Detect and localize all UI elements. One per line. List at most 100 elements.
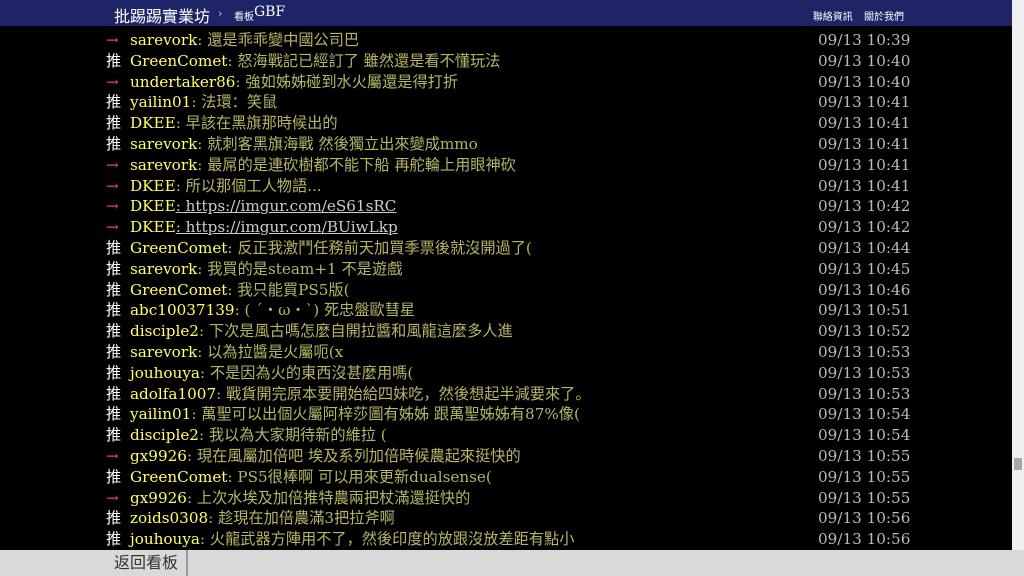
comment-text: : 趁現在加倍農滿3把拉斧啊: [208, 509, 395, 528]
comment-user: jouhouya: [130, 363, 200, 382]
breadcrumb-separator: ›: [218, 7, 223, 20]
comment-user: yailin01: [130, 405, 192, 424]
comment-row: → undertaker86: 強如姊姊碰到水火屬還是得打折 09/13 10:40: [106, 72, 926, 93]
comment-user: disciple2: [130, 426, 199, 445]
comment-time: 09/13 10:44: [818, 239, 911, 257]
comment-time: 09/13 10:56: [818, 509, 911, 528]
comment-text: : 火龍武器方陣用不了，然後印度的放跟沒放差距有點小: [199, 530, 575, 549]
push-tag: 推: [106, 426, 122, 445]
push-tag: 推: [106, 280, 122, 299]
comment-time: 09/13 10:42: [818, 197, 911, 216]
comment-row: 推 jouhouya: 火龍武器方陣用不了，然後印度的放跟沒放差距有點小 09/13…: [106, 529, 926, 550]
comment-row: 推 sarevork: 以為拉醬是火屬呃(x 09/13 10:53: [106, 342, 926, 363]
comment-user: gx9926: [130, 488, 187, 507]
comment-user: DKEE: [130, 197, 176, 216]
push-tag: 推: [106, 509, 122, 528]
push-tag: 推: [106, 467, 122, 486]
comment-user: sarevork: [130, 343, 198, 361]
arrow-tag: →: [106, 447, 119, 465]
push-tag: 推: [106, 322, 122, 341]
comment-text: : 現在風屬加倍吧 埃及系列加倍時候農起來挺快的: [186, 447, 521, 465]
comment-time: 09/13 10:41: [818, 135, 911, 153]
comment-row: 推 adolfa1007: 戰貨開完原本要開始給四妹吃，然後想起半減要來了。 09/…: [106, 384, 926, 405]
comment-row: 推 sarevork: 我買的是steam+1 不是遊戲 09/13 10:45: [106, 259, 926, 280]
comment-row: 推 GreenComet: 反正我激鬥任務前天加買季票後就沒開過了( 09/13 1…: [106, 238, 926, 259]
comment-time: 09/13 10:52: [818, 322, 911, 341]
comment-user: abc10037139: [130, 301, 235, 320]
comment-user: gx9926: [130, 447, 187, 465]
comment-user: DKEE: [130, 218, 176, 237]
comment-text: : 我買的是steam+1 不是遊戲: [197, 259, 403, 278]
back-to-board-button[interactable]: 返回看板: [106, 550, 189, 576]
comment-row: → sarevork: 還是乖乖變中國公司巴 09/13 10:39: [106, 30, 926, 51]
push-tag: 推: [106, 405, 122, 424]
arrow-tag: →: [106, 72, 119, 91]
arrow-tag: →: [106, 197, 119, 216]
push-tag: 推: [106, 51, 122, 70]
comment-time: 09/13 10:41: [818, 176, 911, 195]
comment-row: → DKEE: https://imgur.com/eS61sRC 09/13 10…: [106, 196, 926, 217]
comment-row: → DKEE: 所以那個工人物語... 09/13 10:41: [106, 176, 926, 197]
comment-row: 推 sarevork: 就刺客黑旗海戰 然後獨立出來變成mmo 09/13 10:4…: [106, 134, 926, 155]
comment-row: → DKEE: https://imgur.com/BUiwLkp 09/13 10…: [106, 217, 926, 238]
comment-user: GreenComet: [130, 280, 228, 299]
bottom-bar: 返回看板: [0, 550, 1024, 576]
comment-text: : 以為拉醬是火屬呃(x: [197, 343, 344, 361]
arrow-tag: →: [106, 155, 119, 174]
arrow-tag: →: [106, 488, 119, 507]
comment-row: 推 zoids0308: 趁現在加倍農滿3把拉斧啊 09/13 10:56: [106, 508, 926, 529]
comment-user: undertaker86: [130, 72, 236, 91]
comment-time: 09/13 10:53: [818, 363, 911, 382]
comment-text: : 萬聖可以出個火屬阿梓莎圖有姊姊 跟萬聖姊姊有87%像(: [191, 405, 580, 424]
comment-text: : 強如姊姊碰到水火屬還是得打折: [235, 72, 459, 91]
comment-row: 推 disciple2: 我以為大家期待新的維拉 (09/13 10:54: [106, 425, 926, 446]
push-tag: 推: [106, 114, 122, 133]
arrow-tag: →: [106, 31, 119, 49]
comment-user: yailin01: [130, 93, 192, 112]
comment-user: jouhouya: [130, 530, 200, 549]
comment-text: : 上次水埃及加倍推特農兩把杖滿還挺快的: [186, 488, 471, 507]
comment-row: 推 abc10037139: ( ´・ω・`) 死忠盤歐彗星 09/13 10:51: [106, 300, 926, 321]
comment-text: : 法環：笑鼠: [191, 93, 278, 112]
comment-row: 推 disciple2: 下次是風古嗎怎麼自開拉醬和風龍這麼多人進 09/13 10…: [106, 321, 926, 342]
push-tag: 推: [106, 301, 122, 320]
comment-time: 09/13 10:41: [818, 155, 911, 174]
board-label: 看板: [234, 12, 254, 23]
push-tag: 推: [106, 384, 122, 403]
comment-text: : 不是因為火的東西沒甚麼用嗎(: [199, 363, 414, 382]
push-tag: 推: [106, 239, 122, 257]
comment-text: : 反正我激鬥任務前天加買季票後就沒開過了(: [227, 239, 532, 257]
comment-text: : 最屌的是連砍樹都不能下船 再舵輪上用眼神砍: [197, 155, 516, 174]
comment-link[interactable]: : https://imgur.com/BUiwLkp: [176, 218, 398, 236]
comment-time: 09/13 10:53: [818, 343, 911, 361]
comment-link[interactable]: : https://imgur.com/eS61sRC: [176, 197, 397, 215]
scrollbar-thumb[interactable]: [1014, 458, 1022, 470]
comment-user: disciple2: [130, 322, 199, 341]
comment-text: : 下次是風古嗎怎麼自開拉醬和風龍這麼多人進: [198, 322, 513, 341]
push-tag: 推: [106, 135, 122, 153]
site-brand-link[interactable]: 批踢踢實業坊: [114, 3, 210, 27]
comment-text: : 怒海戰記已經訂了 雖然還是看不懂玩法: [227, 51, 501, 70]
comment-time: 09/13 10:54: [818, 405, 911, 424]
comment-time: 09/13 10:39: [818, 31, 911, 49]
push-tag: 推: [106, 343, 122, 361]
scrollbar[interactable]: [1012, 0, 1024, 550]
comment-user: sarevork: [130, 155, 198, 174]
comment-row: → gx9926: 現在風屬加倍吧 埃及系列加倍時候農起來挺快的 09/13 10:…: [106, 446, 926, 467]
comment-row: 推 yailin01: 法環：笑鼠 09/13 10:41: [106, 92, 926, 113]
comment-text: : 就刺客黑旗海戰 然後獨立出來變成mmo: [197, 135, 478, 153]
about-link[interactable]: 關於我們: [864, 12, 904, 23]
comment-row: 推 GreenComet: 怒海戰記已經訂了 雖然還是看不懂玩法 09/13 10:…: [106, 51, 926, 72]
comment-text: : ( ´・ω・`) 死忠盤歐彗星: [234, 301, 416, 320]
comment-time: 09/13 10:54: [818, 426, 911, 445]
comment-time: 09/13 10:55: [818, 467, 911, 486]
comment-row: 推 GreenComet: PS5很棒啊 可以用來更新dualsense( 09/1…: [106, 467, 926, 488]
comment-time: 09/13 10:42: [818, 218, 911, 237]
comment-user: GreenComet: [130, 239, 228, 257]
comment-row: → gx9926: 上次水埃及加倍推特農兩把杖滿還挺快的 09/13 10:55: [106, 488, 926, 509]
comment-text: : PS5很棒啊 可以用來更新dualsense(: [227, 467, 492, 486]
comment-user: GreenComet: [130, 467, 228, 486]
contact-link[interactable]: 聯絡資訊: [813, 12, 853, 23]
top-bar: 批踢踢實業坊 › 看板 GBF 聯絡資訊 關於我們: [0, 0, 1012, 26]
board-name-link[interactable]: GBF: [254, 4, 285, 20]
